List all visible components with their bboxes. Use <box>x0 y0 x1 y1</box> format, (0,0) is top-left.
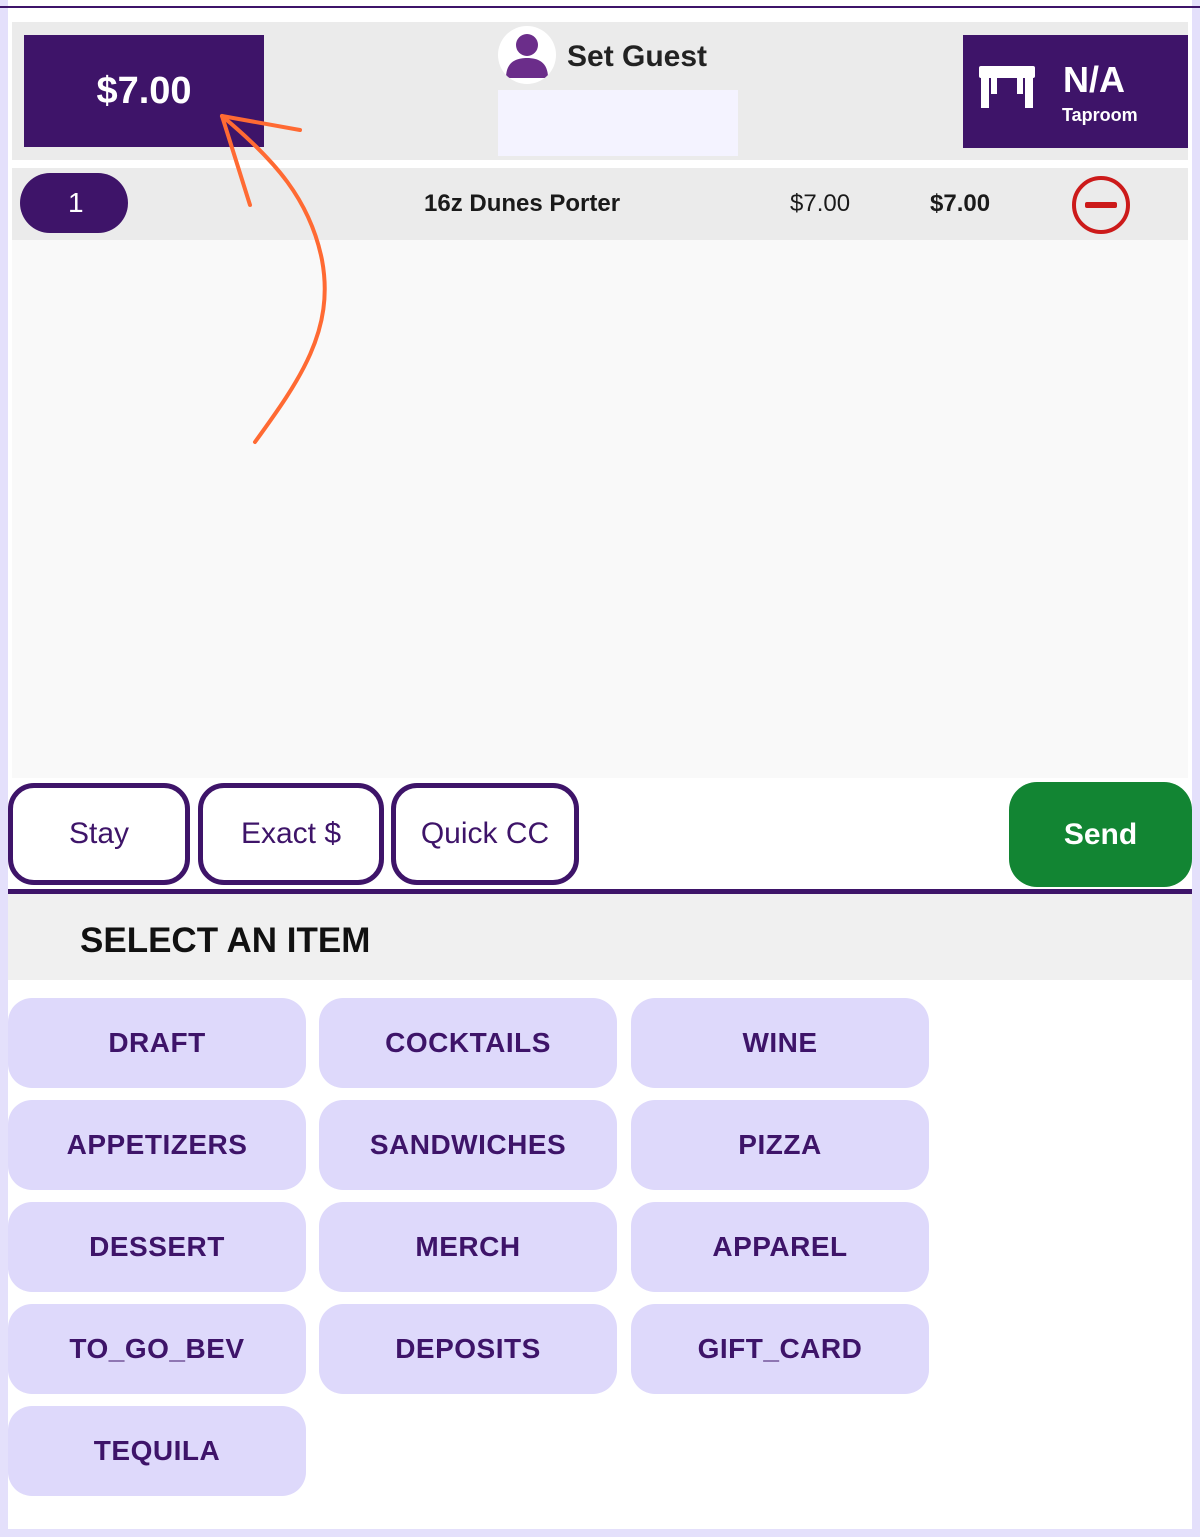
send-button[interactable]: Send <box>1009 782 1192 887</box>
table-selector-button[interactable]: N/A Taproom <box>963 35 1188 148</box>
category-dessert[interactable]: DESSERT <box>8 1202 306 1292</box>
item-name: 16z Dunes Porter <box>424 190 621 217</box>
item-total: $7.00 <box>930 190 991 217</box>
quick-cc-button[interactable]: Quick CC <box>391 783 579 885</box>
category-to-go-bev[interactable]: TO_GO_BEV <box>8 1304 306 1394</box>
category-cocktails[interactable]: COCKTAILS <box>319 998 617 1088</box>
set-guest-label[interactable]: Set Guest <box>567 40 707 74</box>
category-draft[interactable]: DRAFT <box>8 998 306 1088</box>
stay-button[interactable]: Stay <box>8 783 190 885</box>
top-border <box>0 6 1200 8</box>
quantity-button[interactable]: 1 <box>20 173 128 233</box>
category-merch[interactable]: MERCH <box>319 1202 617 1292</box>
category-wine[interactable]: WINE <box>631 998 929 1088</box>
category-apparel[interactable]: APPAREL <box>631 1202 929 1292</box>
select-item-heading: SELECT AN ITEM <box>80 921 371 960</box>
category-tequila[interactable]: TEQUILA <box>8 1406 306 1496</box>
exact-cash-button[interactable]: Exact $ <box>198 783 384 885</box>
minus-circle-icon[interactable] <box>1070 174 1132 236</box>
table-icon <box>979 66 1035 108</box>
order-list-area <box>12 240 1188 778</box>
person-icon[interactable] <box>498 26 556 84</box>
item-price: $7.00 <box>790 190 851 217</box>
category-pizza[interactable]: PIZZA <box>631 1100 929 1190</box>
order-total-button[interactable]: $7.00 <box>24 35 264 147</box>
category-deposits[interactable]: DEPOSITS <box>319 1304 617 1394</box>
table-number: N/A <box>1063 59 1125 100</box>
category-appetizers[interactable]: APPETIZERS <box>8 1100 306 1190</box>
guest-name-input[interactable] <box>498 90 738 156</box>
category-gift-card[interactable]: GIFT_CARD <box>631 1304 929 1394</box>
table-area: Taproom <box>1062 105 1138 125</box>
category-sandwiches[interactable]: SANDWICHES <box>319 1100 617 1190</box>
